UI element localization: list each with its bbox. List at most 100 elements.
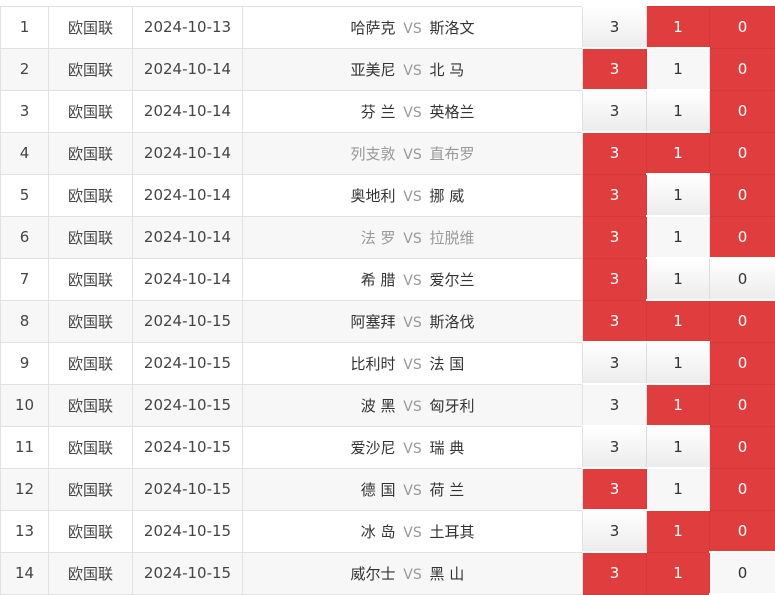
- table-row: 11欧国联2024-10-15爱沙尼VS瑞 典310: [1, 426, 775, 468]
- option-win-button[interactable]: 3: [583, 300, 647, 342]
- option-win-button[interactable]: 3: [583, 48, 647, 90]
- match-number: 8: [1, 300, 49, 342]
- option-draw-button[interactable]: 1: [647, 552, 710, 594]
- option-lose-button[interactable]: 0: [710, 510, 775, 552]
- away-team: 斯洛伐: [430, 311, 540, 332]
- league-name: 欧国联: [49, 90, 133, 132]
- match-teams: 爱沙尼VS瑞 典: [243, 426, 583, 468]
- option-win-button[interactable]: 3: [583, 384, 647, 426]
- match-number: 5: [1, 174, 49, 216]
- option-draw-button[interactable]: 1: [647, 174, 710, 216]
- option-win-button[interactable]: 3: [583, 468, 647, 510]
- vs-label: VS: [396, 399, 430, 415]
- away-team: 瑞 典: [430, 437, 540, 458]
- option-lose-button[interactable]: 0: [710, 342, 775, 384]
- option-lose-button[interactable]: 0: [710, 132, 775, 174]
- league-name: 欧国联: [49, 552, 133, 594]
- option-draw-button[interactable]: 1: [647, 90, 710, 132]
- option-draw-button[interactable]: 1: [647, 426, 710, 468]
- table-row: 3欧国联2024-10-14芬 兰VS英格兰310: [1, 90, 775, 132]
- table-row: 1欧国联2024-10-13哈萨克VS斯洛文310: [1, 6, 775, 48]
- away-team: 黑 山: [430, 563, 540, 584]
- vs-label: VS: [396, 147, 430, 163]
- match-date: 2024-10-15: [133, 552, 243, 594]
- league-name: 欧国联: [49, 216, 133, 258]
- league-name: 欧国联: [49, 384, 133, 426]
- league-name: 欧国联: [49, 300, 133, 342]
- match-teams: 奥地利VS挪 威: [243, 174, 583, 216]
- option-draw-button[interactable]: 1: [647, 216, 710, 258]
- match-date: 2024-10-14: [133, 90, 243, 132]
- table-row: 7欧国联2024-10-14希 腊VS爱尔兰310: [1, 258, 775, 300]
- option-draw-button[interactable]: 1: [647, 258, 710, 300]
- vs-label: VS: [396, 357, 430, 373]
- league-name: 欧国联: [49, 6, 133, 48]
- match-teams: 希 腊VS爱尔兰: [243, 258, 583, 300]
- away-team: 直布罗: [430, 143, 540, 164]
- option-lose-button[interactable]: 0: [710, 216, 775, 258]
- league-name: 欧国联: [49, 48, 133, 90]
- league-name: 欧国联: [49, 510, 133, 552]
- option-lose-button[interactable]: 0: [710, 426, 775, 468]
- option-draw-button[interactable]: 1: [647, 342, 710, 384]
- option-lose-button[interactable]: 0: [710, 258, 775, 300]
- option-win-button[interactable]: 3: [583, 6, 647, 48]
- match-teams: 法 罗VS拉脱维: [243, 216, 583, 258]
- option-draw-button[interactable]: 1: [647, 132, 710, 174]
- home-team: 芬 兰: [286, 101, 396, 122]
- table-row: 10欧国联2024-10-15波 黑VS匈牙利310: [1, 384, 775, 426]
- match-date: 2024-10-14: [133, 132, 243, 174]
- option-lose-button[interactable]: 0: [710, 300, 775, 342]
- away-team: 匈牙利: [430, 395, 540, 416]
- table-row: 4欧国联2024-10-14列支敦VS直布罗310: [1, 132, 775, 174]
- match-teams: 阿塞拜VS斯洛伐: [243, 300, 583, 342]
- option-win-button[interactable]: 3: [583, 258, 647, 300]
- option-draw-button[interactable]: 1: [647, 300, 710, 342]
- away-team: 爱尔兰: [430, 269, 540, 290]
- home-team: 法 罗: [286, 227, 396, 248]
- away-team: 法 国: [430, 353, 540, 374]
- league-name: 欧国联: [49, 468, 133, 510]
- option-draw-button[interactable]: 1: [647, 384, 710, 426]
- match-number: 2: [1, 48, 49, 90]
- home-team: 奥地利: [286, 185, 396, 206]
- option-win-button[interactable]: 3: [583, 426, 647, 468]
- home-team: 爱沙尼: [286, 437, 396, 458]
- option-win-button[interactable]: 3: [583, 552, 647, 594]
- table-row: 2欧国联2024-10-14亚美尼VS北 马310: [1, 48, 775, 90]
- match-date: 2024-10-13: [133, 6, 243, 48]
- option-lose-button[interactable]: 0: [710, 552, 775, 594]
- option-lose-button[interactable]: 0: [710, 48, 775, 90]
- away-team: 斯洛文: [430, 17, 540, 38]
- vs-label: VS: [396, 483, 430, 499]
- match-teams: 比利时VS法 国: [243, 342, 583, 384]
- match-teams: 波 黑VS匈牙利: [243, 384, 583, 426]
- option-lose-button[interactable]: 0: [710, 384, 775, 426]
- option-draw-button[interactable]: 1: [647, 468, 710, 510]
- league-name: 欧国联: [49, 174, 133, 216]
- option-win-button[interactable]: 3: [583, 90, 647, 132]
- away-team: 拉脱维: [430, 227, 540, 248]
- option-lose-button[interactable]: 0: [710, 468, 775, 510]
- match-date: 2024-10-15: [133, 510, 243, 552]
- option-win-button[interactable]: 3: [583, 216, 647, 258]
- match-number: 14: [1, 552, 49, 594]
- option-draw-button[interactable]: 1: [647, 6, 710, 48]
- match-date: 2024-10-15: [133, 342, 243, 384]
- option-draw-button[interactable]: 1: [647, 510, 710, 552]
- option-lose-button[interactable]: 0: [710, 174, 775, 216]
- option-win-button[interactable]: 3: [583, 174, 647, 216]
- home-team: 希 腊: [286, 269, 396, 290]
- match-date: 2024-10-14: [133, 258, 243, 300]
- option-win-button[interactable]: 3: [583, 510, 647, 552]
- option-lose-button[interactable]: 0: [710, 6, 775, 48]
- option-win-button[interactable]: 3: [583, 342, 647, 384]
- option-draw-button[interactable]: 1: [647, 48, 710, 90]
- option-win-button[interactable]: 3: [583, 132, 647, 174]
- match-number: 1: [1, 6, 49, 48]
- match-number: 4: [1, 132, 49, 174]
- option-lose-button[interactable]: 0: [710, 90, 775, 132]
- league-name: 欧国联: [49, 258, 133, 300]
- table-row: 12欧国联2024-10-15德 国VS荷 兰310: [1, 468, 775, 510]
- vs-label: VS: [396, 63, 430, 79]
